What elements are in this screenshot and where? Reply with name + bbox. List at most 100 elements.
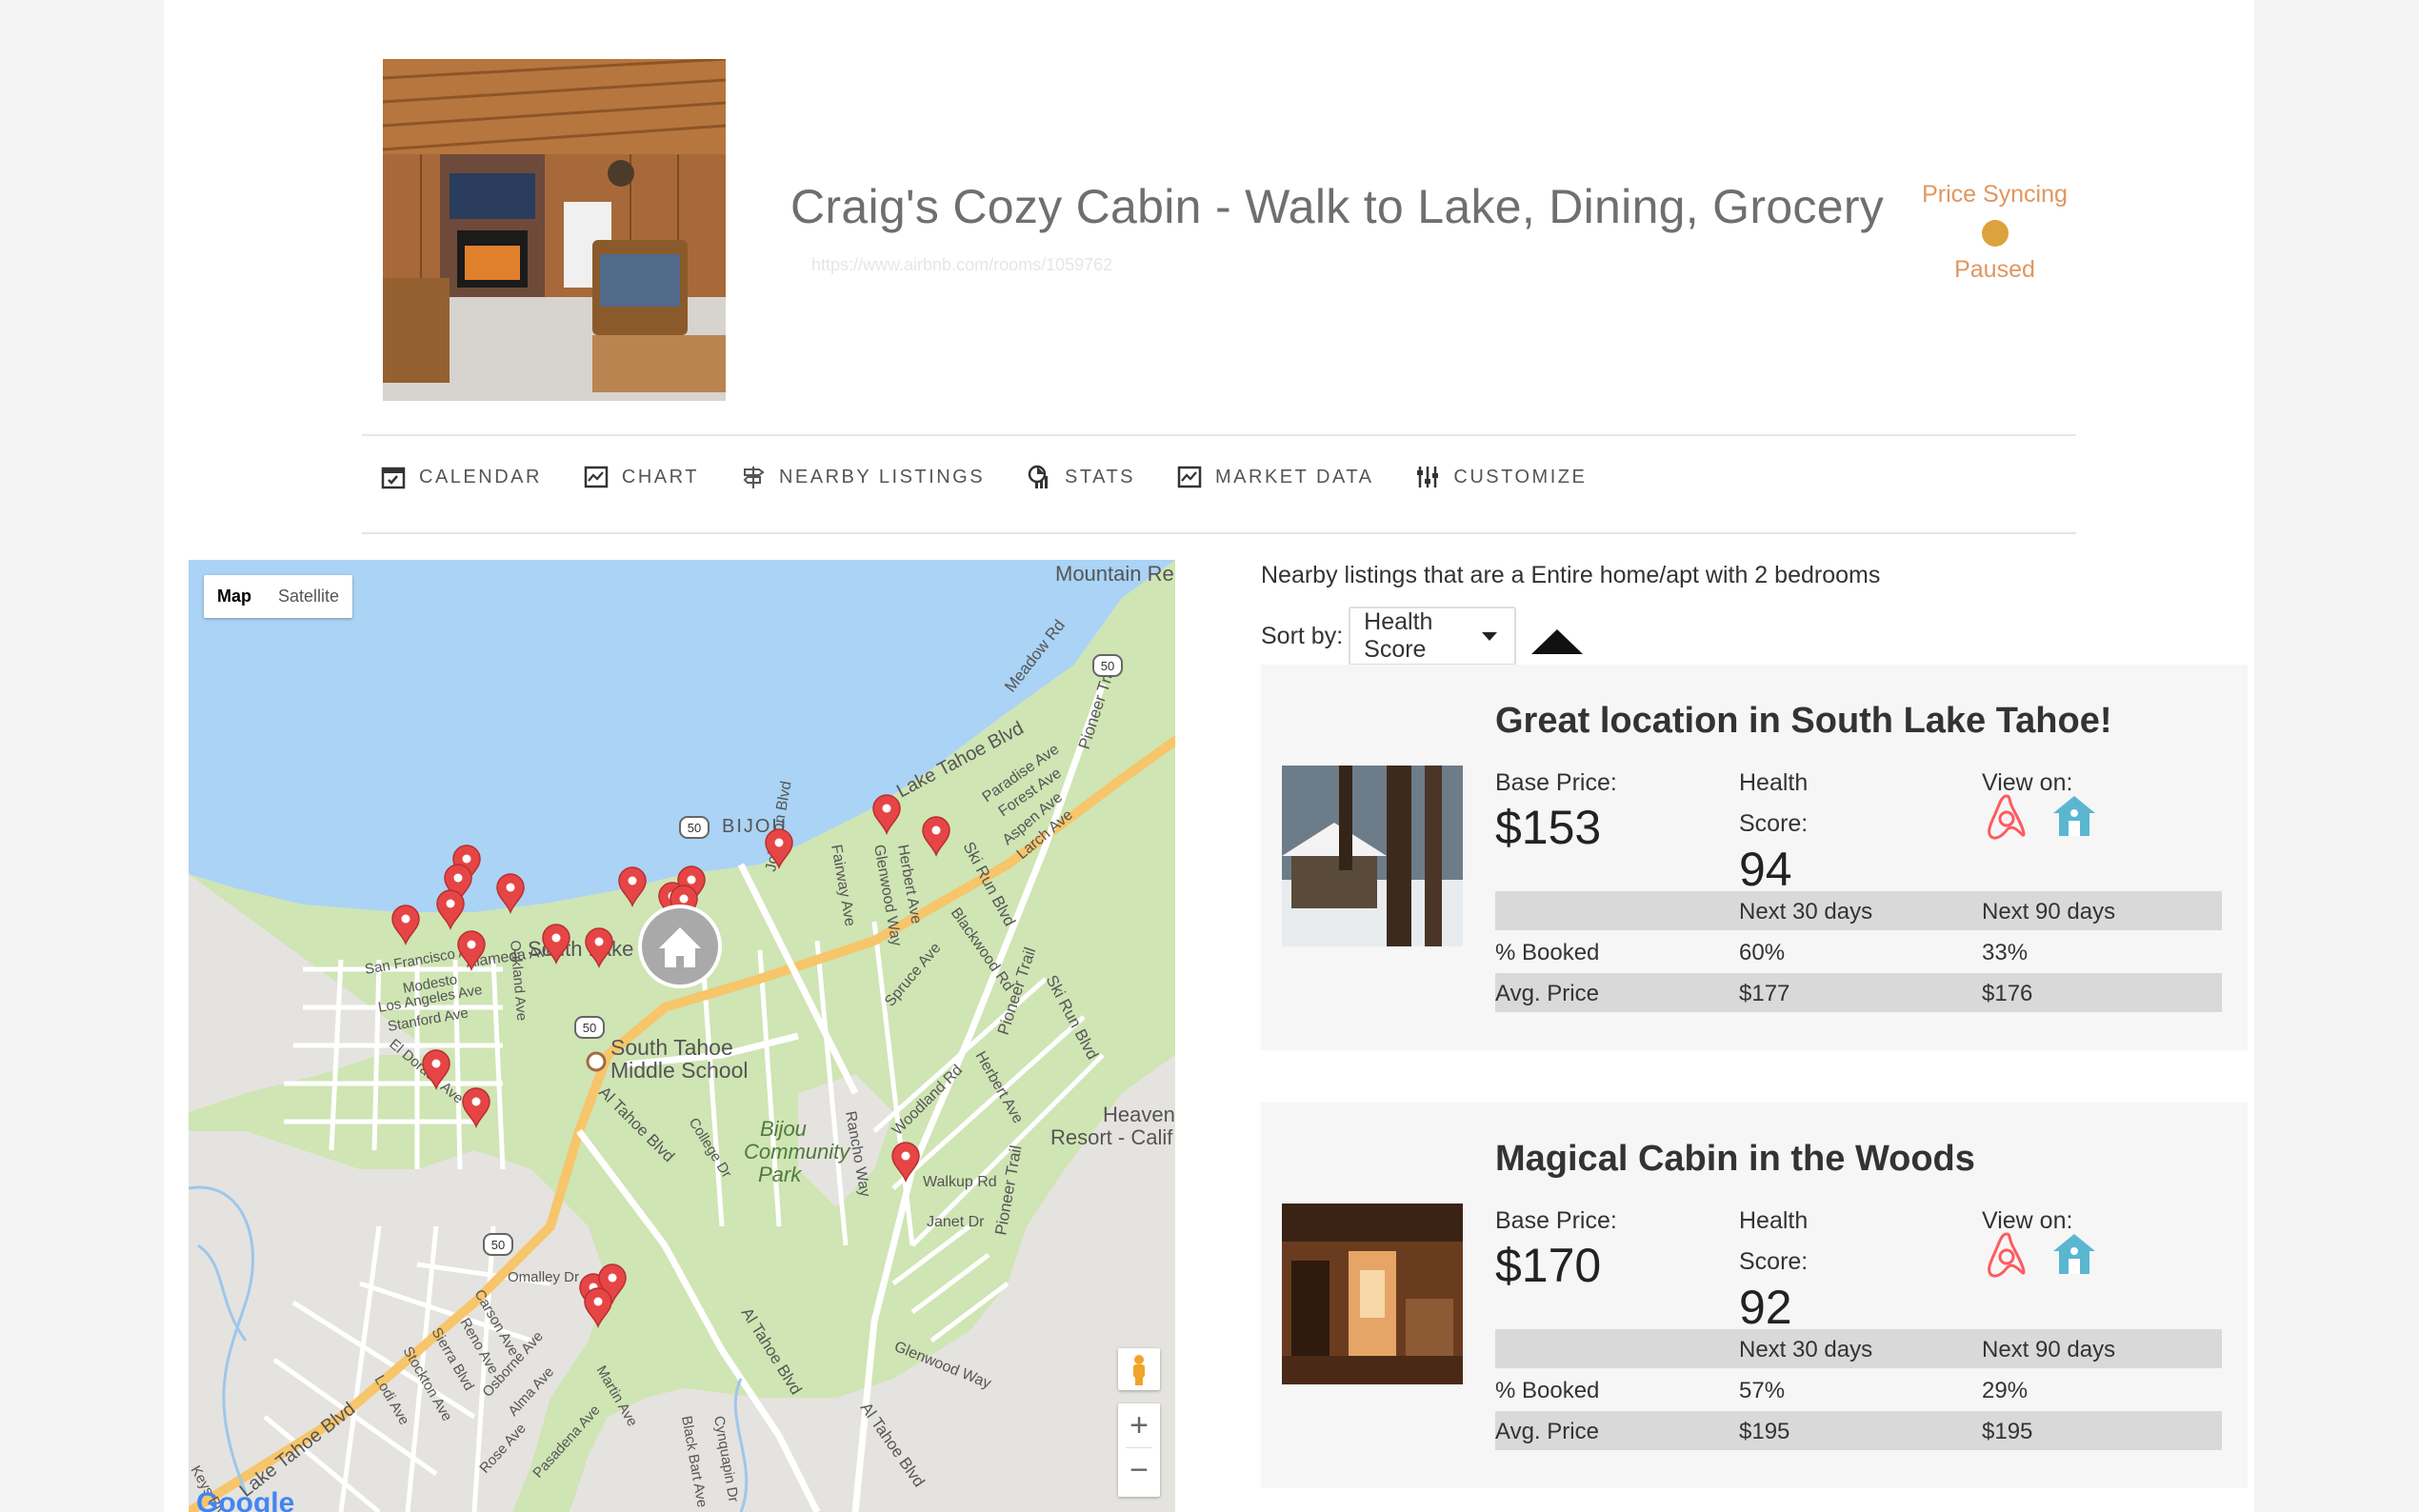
stats-header-row: Next 30 days Next 90 days [1495, 891, 2222, 930]
svg-text:50: 50 [688, 821, 701, 835]
tab-label: CALENDAR [419, 466, 542, 487]
sync-status-dot [1981, 220, 2009, 247]
col-next-90: Next 90 days [1982, 899, 2116, 925]
avg-price-30: $195 [1739, 1419, 1790, 1444]
tab-stats[interactable]: STATS [1027, 465, 1135, 489]
pin-center [687, 875, 696, 885]
avg-price-row: Avg. Price $195 $195 [1495, 1411, 2222, 1450]
sort-ascending-icon[interactable] [1531, 629, 1584, 654]
map-label-walkup: Walkup Rd [923, 1174, 997, 1190]
sync-status-label: Price Syncing [1922, 181, 2068, 208]
pin-center [401, 914, 410, 924]
pin-center [446, 899, 455, 908]
listing-url[interactable]: https://www.airbnb.com/rooms/1059762 [811, 255, 1112, 275]
pin-center [551, 933, 561, 943]
listing-card-title[interactable]: Magical Cabin in the Woods [1495, 1139, 1975, 1180]
price-sync-status[interactable]: Price Syncing Paused [1916, 181, 2073, 284]
avg-price-90: $195 [1982, 1419, 2033, 1444]
zoom-control: + − [1118, 1403, 1160, 1497]
svg-text:50: 50 [491, 1238, 505, 1252]
map-label-heavenly: Heaven [1103, 1103, 1175, 1126]
homeaway-icon[interactable] [2049, 1230, 2099, 1280]
map-type-control: Map Satellite [204, 575, 353, 618]
map-type-satellite-button[interactable]: Satellite [265, 575, 352, 618]
route-50-shield: 50 [574, 1016, 605, 1039]
health-score-value: 92 [1739, 1281, 1792, 1334]
tab-chart[interactable]: CHART [584, 465, 699, 489]
booked-row: % Booked 60% 33% [1495, 932, 2222, 971]
map-label-park-1: Bijou [760, 1117, 807, 1141]
listing-card[interactable]: Great location in South Lake Tahoe! Base… [1261, 665, 2248, 1050]
tab-market-data[interactable]: MARKET DATA [1177, 465, 1373, 489]
pin-center [453, 873, 463, 883]
booked-90: 33% [1982, 940, 2029, 965]
listing-card[interactable]: Magical Cabin in the Woods Base Price: $… [1261, 1103, 2248, 1488]
zoom-in-button[interactable]: + [1118, 1403, 1160, 1447]
tab-label: NEARBY LISTINGS [778, 466, 986, 487]
sort-label: Sort by: [1261, 622, 1344, 649]
school-poi-icon [586, 1051, 607, 1072]
booked-90: 29% [1982, 1378, 2029, 1403]
tab-nearby-listings[interactable]: NEARBY LISTINGS [741, 465, 985, 489]
sliders-icon [1417, 467, 1439, 487]
home-marker-icon[interactable] [638, 905, 722, 988]
base-price-value: $170 [1495, 1239, 1602, 1292]
airbnb-icon[interactable] [1982, 792, 2031, 842]
avg-price-30: $177 [1739, 981, 1790, 1006]
health-label-line2: Score: [1739, 1248, 1809, 1275]
nearby-intro-text: Nearby listings that are a Entire home/a… [1261, 562, 1881, 588]
listing-thumbnail[interactable] [1282, 1204, 1463, 1384]
base-price-label: Base Price: [1495, 1207, 1617, 1234]
map-type-map-button[interactable]: Map [204, 575, 265, 618]
map-label-park-2: Community [744, 1140, 851, 1164]
homeaway-icon[interactable] [2049, 792, 2099, 842]
map-label-school-2: Middle School [610, 1058, 748, 1083]
listing-thumbnail[interactable] [1282, 766, 1463, 946]
zoom-out-button[interactable]: − [1118, 1448, 1160, 1492]
pin-center [593, 1297, 603, 1306]
avg-price-90: $176 [1982, 981, 2033, 1006]
map-label-janet: Janet Dr [927, 1214, 985, 1230]
map-label-mountain: Mountain Re [1055, 562, 1174, 586]
airbnb-icon[interactable] [1982, 1230, 2031, 1280]
map-label-resort: Resort - Calif [1050, 1125, 1173, 1149]
base-price-label: Base Price: [1495, 769, 1617, 796]
avg-price-label: Avg. Price [1495, 1419, 1599, 1444]
svg-text:50: 50 [583, 1021, 596, 1035]
booked-30: 60% [1739, 940, 1786, 965]
svg-text:50: 50 [1101, 659, 1114, 673]
health-label-line1: Health [1739, 769, 1809, 796]
chart-icon [584, 466, 609, 488]
sort-select-value: Health Score [1364, 608, 1433, 663]
listing-photo [383, 59, 726, 401]
nearby-map[interactable]: Mountain Re Heaven Resort - Calif South … [189, 560, 1175, 1512]
pin-center [594, 937, 604, 946]
sort-row: Sort by: Health Score [1261, 607, 2242, 666]
google-logo: Google [196, 1487, 294, 1512]
calendar-icon [381, 467, 406, 489]
sort-select[interactable]: Health Score [1349, 607, 1517, 666]
route-50-shield: 50 [679, 816, 710, 839]
chevron-down-icon [1482, 631, 1498, 641]
nearby-listings-panel: Nearby listings that are a Entire home/a… [1261, 562, 2248, 1488]
map-label-school-1: South Tahoe [610, 1035, 733, 1060]
listing-card-title[interactable]: Great location in South Lake Tahoe! [1495, 701, 2111, 742]
pin-center [462, 854, 471, 864]
map-label-omalley: Omalley Dr [508, 1269, 579, 1285]
pin-center [608, 1273, 617, 1283]
pin-center [628, 876, 637, 885]
booked-label: % Booked [1495, 940, 1600, 965]
booked-label: % Booked [1495, 1378, 1600, 1403]
col-next-30: Next 30 days [1739, 1337, 1873, 1363]
tab-label: CHART [621, 466, 699, 487]
map-canvas[interactable]: Mountain Re Heaven Resort - Calif South … [189, 560, 1175, 1512]
tab-calendar[interactable]: CALENDAR [381, 465, 542, 489]
pin-center [506, 883, 515, 892]
tab-customize[interactable]: CUSTOMIZE [1415, 465, 1587, 489]
health-score-value: 94 [1739, 843, 1792, 896]
street-view-pegman-icon[interactable] [1118, 1348, 1160, 1390]
divider-top [362, 434, 2076, 436]
avg-price-row: Avg. Price $177 $176 [1495, 973, 2222, 1012]
listing-title: Craig's Cozy Cabin - Walk to Lake, Dinin… [790, 180, 1885, 233]
health-label-line1: Health [1739, 1207, 1809, 1234]
